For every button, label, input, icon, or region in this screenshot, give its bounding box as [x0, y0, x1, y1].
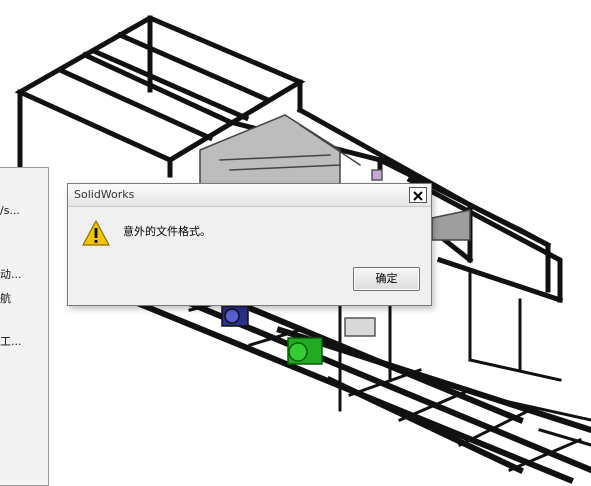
side-pane-item[interactable]: /s...	[0, 204, 20, 217]
side-pane-item[interactable]: 航	[0, 290, 11, 306]
side-pane-item[interactable]: 动...	[0, 266, 22, 282]
ok-button[interactable]: 确定	[353, 267, 420, 291]
error-dialog: SolidWorks 意外的文件格式。 确定	[67, 183, 432, 306]
dialog-message: 意外的文件格式。	[123, 225, 211, 238]
close-button[interactable]	[409, 187, 427, 203]
warning-icon	[82, 220, 110, 246]
dialog-body: 意外的文件格式。 确定	[68, 207, 431, 305]
dialog-titlebar[interactable]: SolidWorks	[68, 184, 431, 207]
dialog-title: SolidWorks	[74, 188, 135, 201]
close-icon	[413, 191, 423, 201]
side-pane-item[interactable]: 工...	[0, 333, 22, 349]
side-task-pane: /s... 动... 航 工...	[0, 167, 49, 486]
